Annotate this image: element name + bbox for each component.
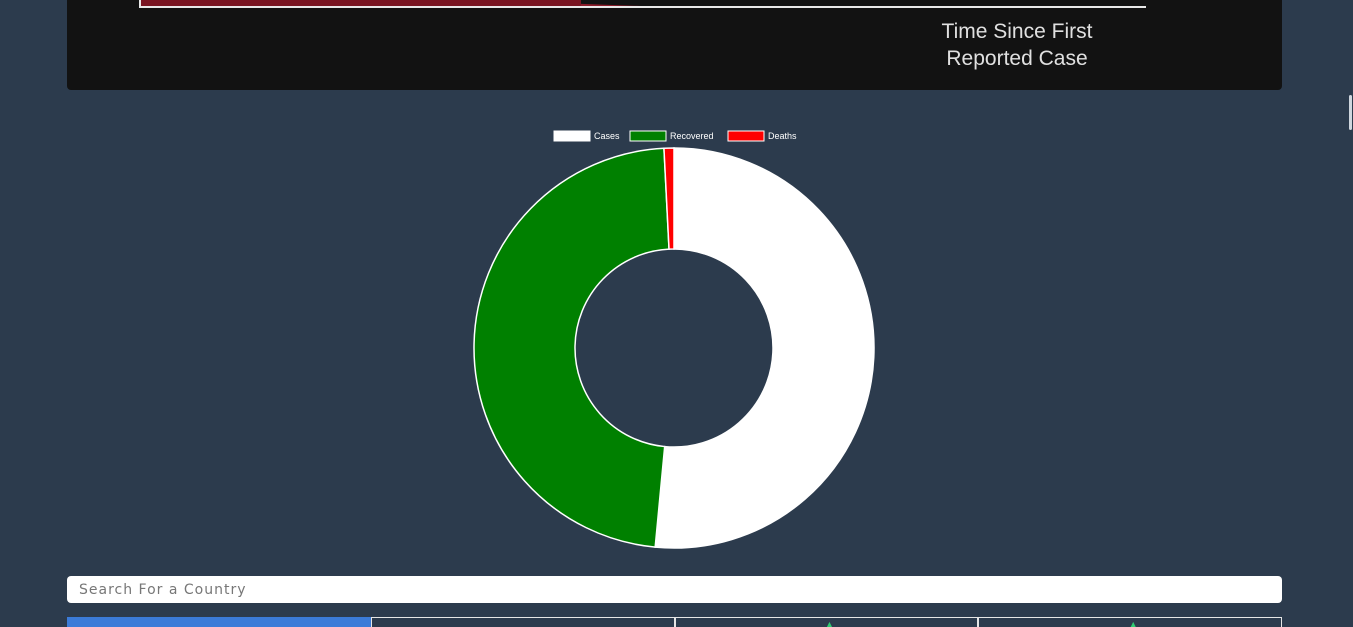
chart-axes [139, 0, 1146, 8]
legend-label-recovered[interactable]: Recovered [670, 131, 714, 141]
scrollbar[interactable] [1345, 0, 1353, 627]
legend-label-deaths[interactable]: Deaths [768, 131, 797, 141]
slice-recovered[interactable] [473, 147, 670, 548]
x-axis-title-line2: Reported Case [946, 47, 1088, 70]
table-header-cases[interactable] [370, 617, 675, 627]
search-input[interactable] [67, 576, 1282, 603]
x-axis-title: Time Since First Reported Case [927, 18, 1107, 72]
x-axis-title-line1: Time Since First [941, 20, 1093, 43]
table-header-deaths[interactable]: ▲ [978, 617, 1282, 627]
scrollbar-thumb[interactable] [1349, 95, 1352, 130]
legend-swatch-deaths[interactable] [727, 130, 765, 142]
time-series-chart-panel: Time Since First Reported Case [67, 0, 1282, 90]
doughnut-chart: Cases Recovered Deaths [0, 118, 1353, 558]
slice-cases[interactable] [654, 147, 875, 549]
sort-icon: ▲ [826, 620, 833, 627]
page: Time Since First Reported Case Cases Reco… [0, 0, 1353, 627]
table-header-country[interactable] [67, 617, 371, 627]
legend-swatch-cases[interactable] [553, 130, 591, 142]
table-header-row: ▲ ▲ [67, 617, 1282, 627]
table-header-recovered[interactable]: ▲ [674, 617, 979, 627]
doughnut-chart-svg: Cases Recovered Deaths [473, 130, 875, 549]
sort-icon: ▲ [1130, 620, 1137, 627]
legend-label-cases[interactable]: Cases [594, 131, 620, 141]
legend-swatch-recovered[interactable] [629, 130, 667, 142]
